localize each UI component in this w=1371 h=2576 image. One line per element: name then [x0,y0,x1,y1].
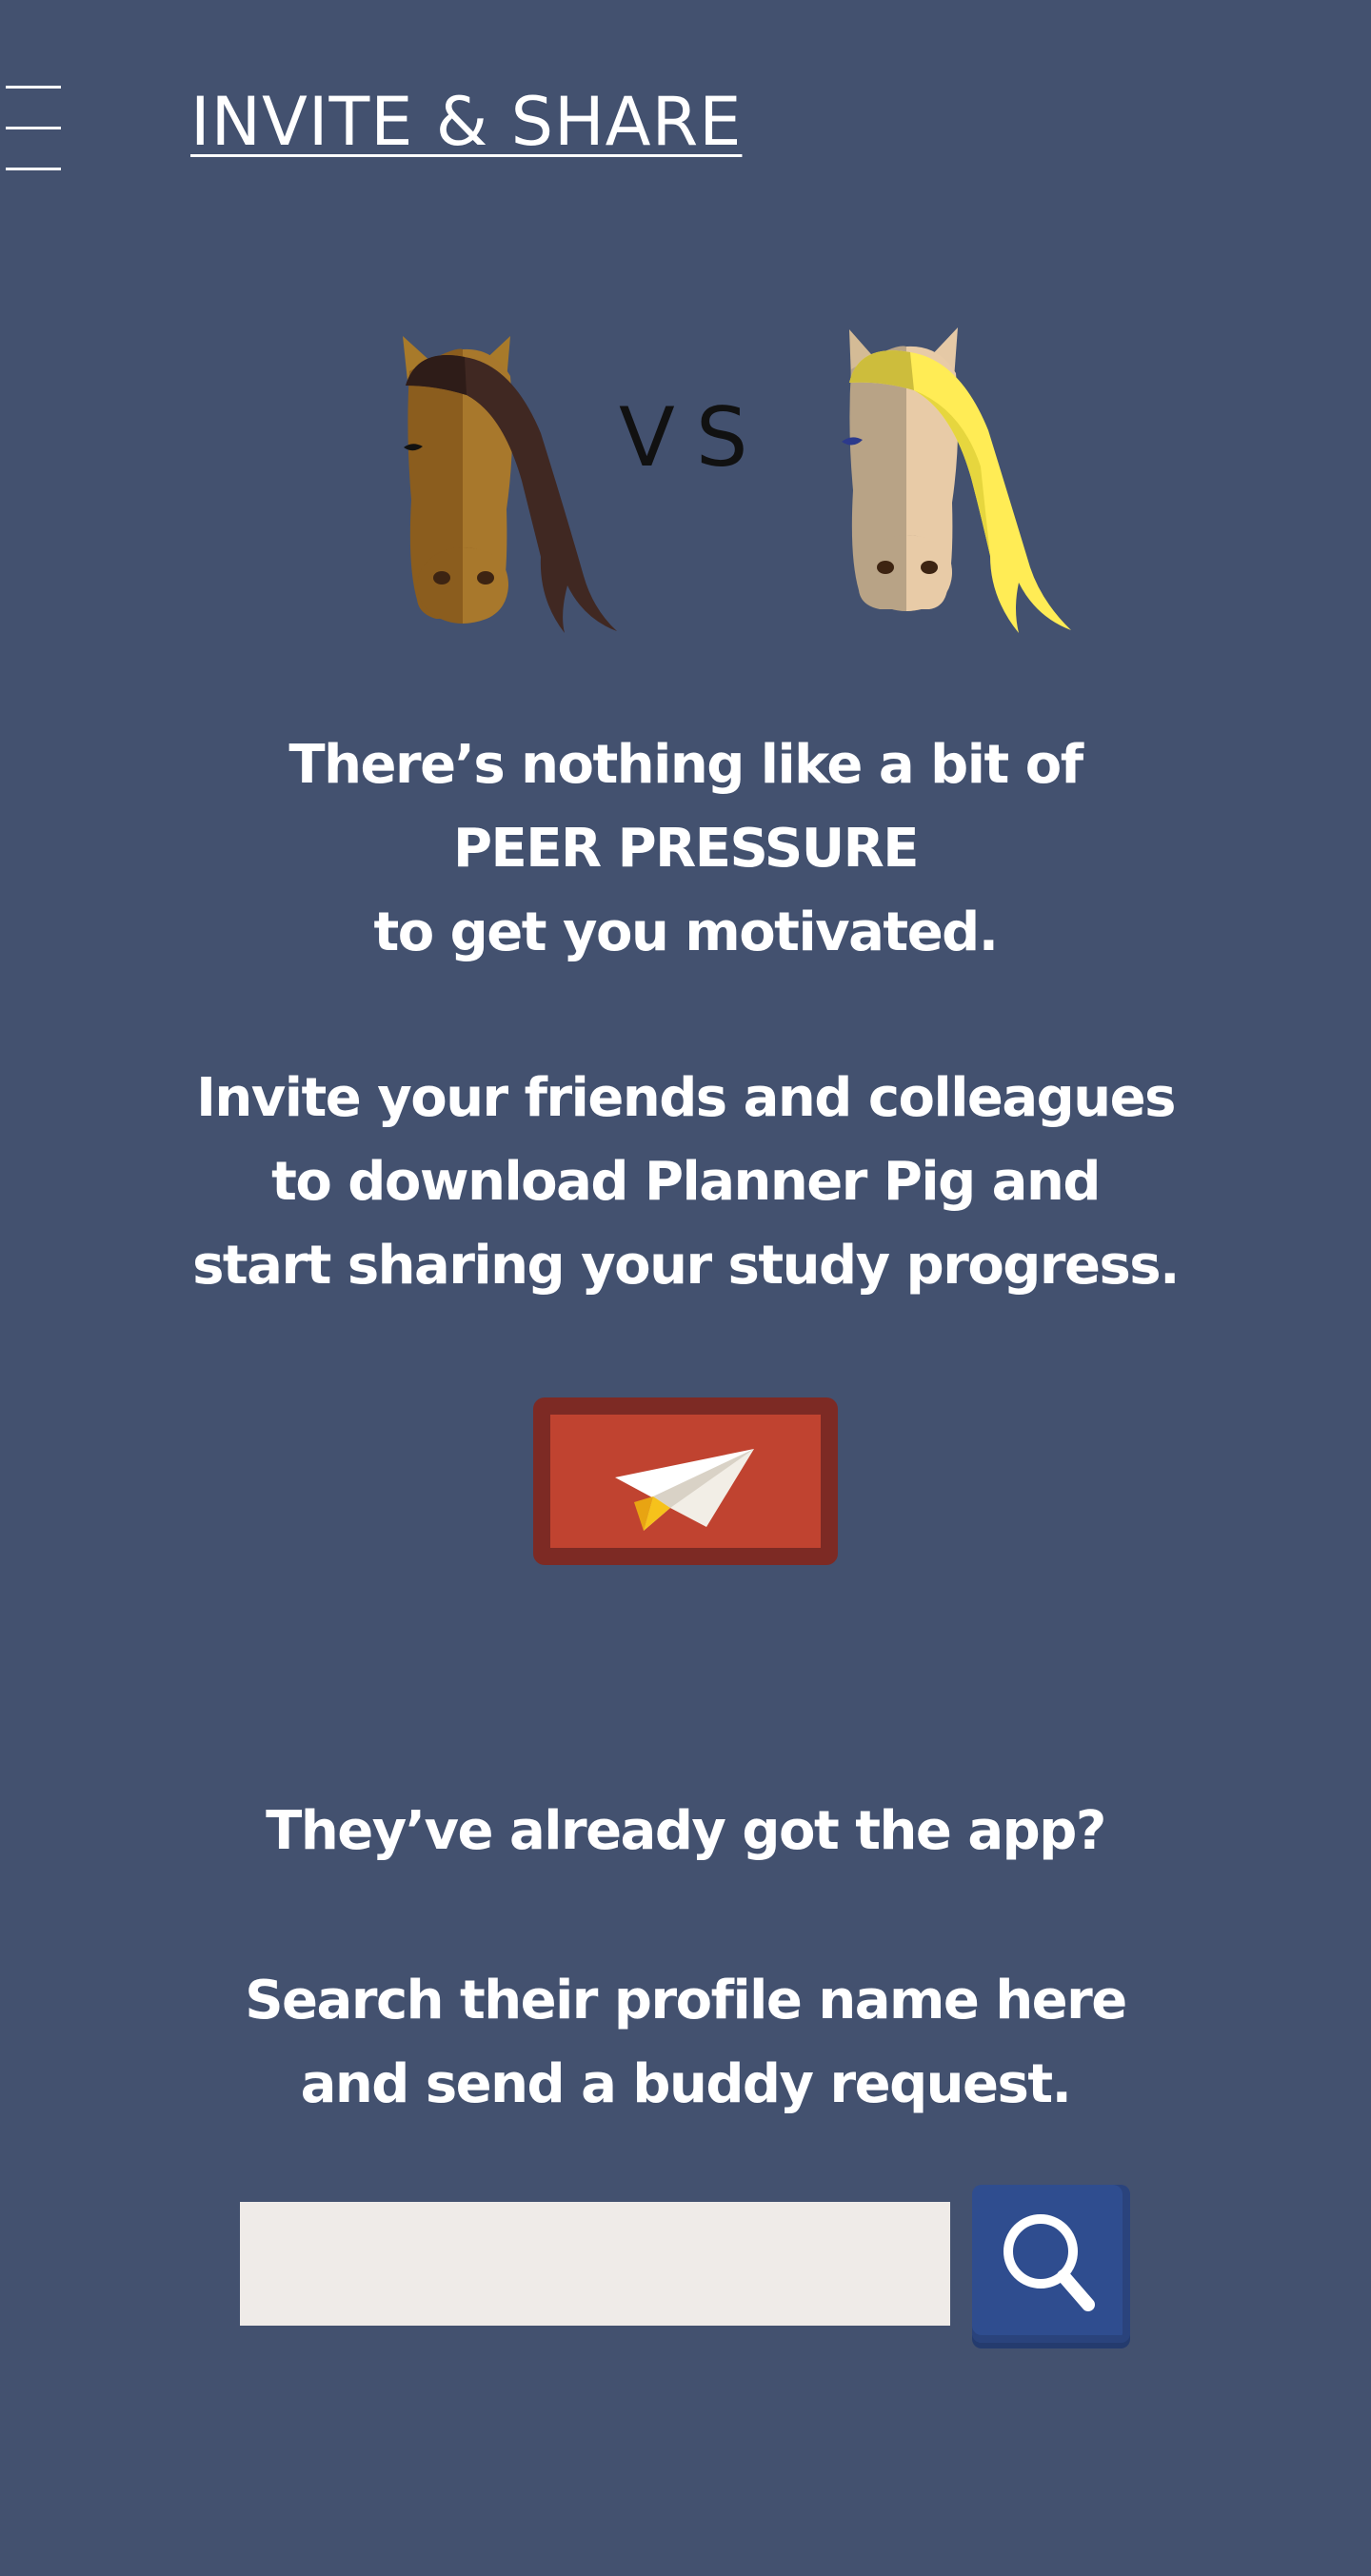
vs-label: VS [619,390,769,485]
message-line: start sharing your study progress. [192,1235,1180,1297]
search-icon [1003,2214,1095,2311]
message-line: They’ve already got the app? [266,1800,1106,1862]
search-button[interactable] [972,2185,1130,2343]
peer-pressure-message: There’s nothing like a bit of PEER PRESS… [133,723,1238,975]
menu-line [6,168,61,170]
profile-search-input[interactable] [240,2202,950,2326]
send-invite-button[interactable] [533,1397,838,1565]
message-line: Search their profile name here [245,1970,1127,2031]
message-line: PEER PRESSURE [452,818,920,880]
page-title: INVITE & SHARE [190,83,743,161]
message-line: Invite your friends and colleagues [196,1067,1176,1129]
blonde-horse-icon [842,327,1071,633]
message-line: and send a buddy request. [300,2053,1072,2115]
message-line: There’s nothing like a bit of [288,734,1083,796]
hamburger-menu-icon[interactable] [6,84,61,171]
message-line: to download Planner Pig and [271,1151,1101,1213]
buddy-request-message: Search their profile name here and send … [133,1959,1238,2127]
brown-horse-icon [403,336,617,633]
invite-message: Invite your friends and colleagues to do… [133,1057,1238,1308]
menu-line [6,86,61,89]
menu-line [6,127,61,129]
paper-plane-icon [615,1449,754,1531]
message-line: to get you motivated. [373,902,999,963]
already-have-app-question: They’ve already got the app? [133,1790,1238,1873]
